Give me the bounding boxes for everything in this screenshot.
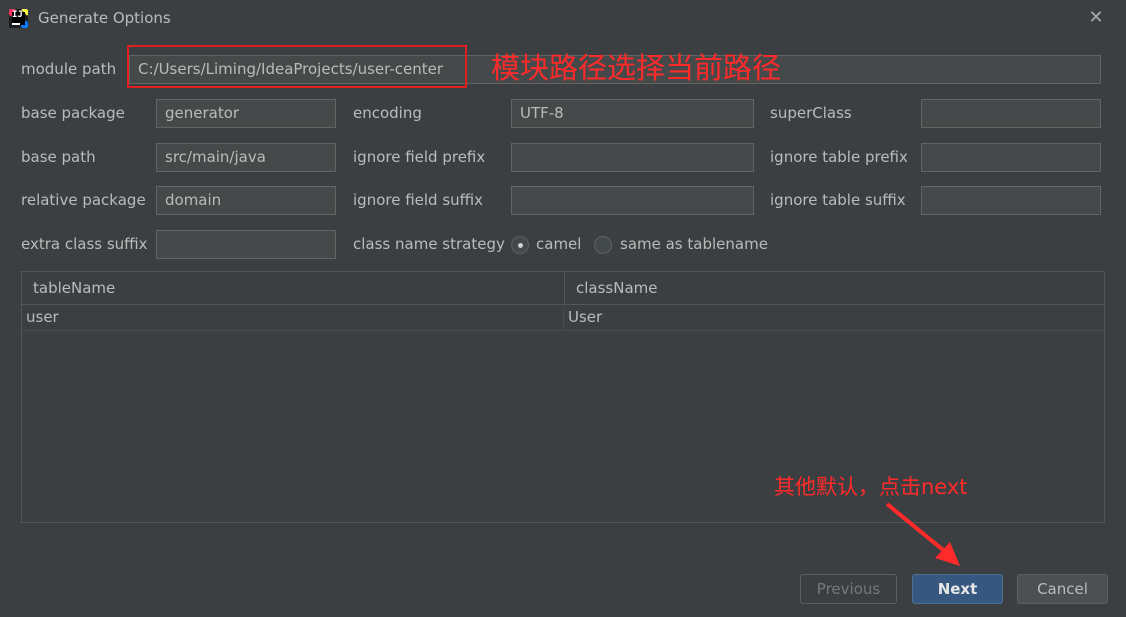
module-path-highlight-box: [127, 45, 467, 88]
encoding-label: encoding: [353, 104, 422, 122]
title-bar: IJ Generate Options ✕: [0, 0, 1126, 36]
super-class-field[interactable]: [921, 99, 1101, 128]
base-path-field[interactable]: src/main/java: [156, 143, 336, 172]
class-name-strategy-label: class name strategy: [353, 235, 505, 253]
table-header: tableName className: [22, 272, 1104, 305]
extra-class-suffix-label: extra class suffix: [21, 235, 148, 253]
ignore-table-prefix-label: ignore table prefix: [770, 148, 908, 166]
radio-camel[interactable]: [511, 236, 529, 254]
ignore-table-prefix-field[interactable]: [921, 143, 1101, 172]
ignore-field-prefix-field[interactable]: [511, 143, 754, 172]
ignore-field-suffix-label: ignore field suffix: [353, 191, 484, 209]
annotation-arrow-icon: [885, 502, 960, 566]
ignore-field-suffix-field[interactable]: [511, 186, 754, 215]
cancel-button[interactable]: Cancel: [1017, 574, 1108, 604]
relative-package-field[interactable]: domain: [156, 186, 336, 215]
base-package-field[interactable]: generator: [156, 99, 336, 128]
relative-package-label: relative package: [21, 191, 146, 209]
extra-class-suffix-field[interactable]: [156, 230, 336, 259]
cell-table-name[interactable]: user: [22, 304, 564, 330]
ignore-table-suffix-label: ignore table suffix: [770, 191, 906, 209]
radio-same-as-tablename[interactable]: [594, 236, 612, 254]
base-package-label: base package: [21, 104, 125, 122]
previous-button[interactable]: Previous: [800, 574, 897, 604]
column-header-class-name[interactable]: className: [565, 272, 1104, 304]
close-icon[interactable]: ✕: [1086, 8, 1106, 28]
column-header-table-name[interactable]: tableName: [22, 272, 565, 304]
module-path-label: module path: [21, 60, 117, 78]
encoding-field[interactable]: UTF-8: [511, 99, 754, 128]
window-title: Generate Options: [38, 9, 171, 27]
cell-class-name[interactable]: User: [564, 304, 1104, 330]
next-button[interactable]: Next: [912, 574, 1003, 604]
module-path-annotation: 模块路径选择当前路径: [491, 51, 782, 85]
radio-same-as-tablename-label[interactable]: same as tablename: [620, 235, 768, 253]
table-row[interactable]: user User: [22, 304, 1104, 331]
super-class-label: superClass: [770, 104, 852, 122]
ignore-field-prefix-label: ignore field prefix: [353, 148, 486, 166]
radio-camel-label[interactable]: camel: [536, 235, 581, 253]
next-annotation: 其他默认，点击next: [774, 475, 968, 499]
ignore-table-suffix-field[interactable]: [921, 186, 1101, 215]
radio-selected-dot: [518, 243, 523, 248]
intellij-app-icon: IJ: [9, 9, 28, 28]
base-path-label: base path: [21, 148, 96, 166]
